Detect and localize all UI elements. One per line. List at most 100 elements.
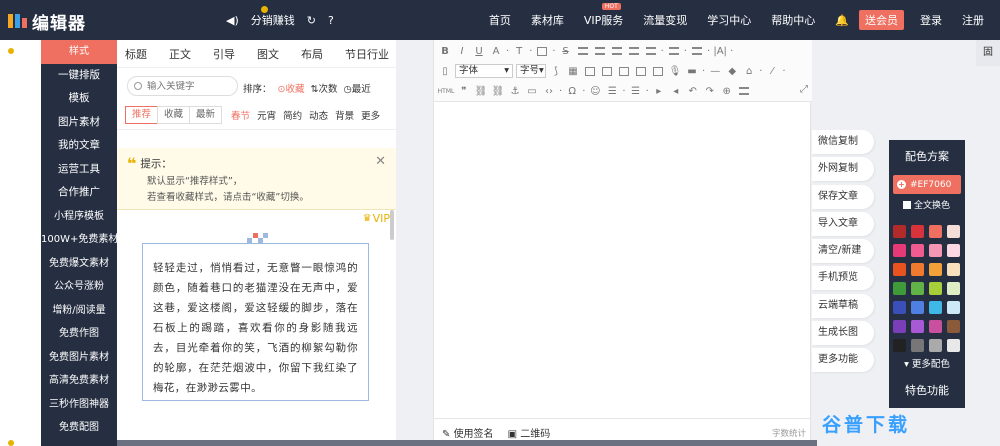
sort-favorites[interactable]: ⊙收藏: [278, 81, 305, 95]
line-height-icon[interactable]: [667, 44, 681, 58]
color-swatch[interactable]: [911, 263, 924, 276]
color-swatch[interactable]: [929, 282, 942, 295]
mobile-preview-button[interactable]: 手机预览: [812, 266, 874, 291]
color-swatch[interactable]: [911, 225, 924, 238]
color-swatch[interactable]: [893, 320, 906, 333]
color-swatch[interactable]: [893, 282, 906, 295]
bullet-list-icon[interactable]: ☰: [605, 84, 619, 98]
bell-icon[interactable]: 🔔: [825, 14, 859, 27]
justify-icon[interactable]: [627, 44, 641, 58]
long-image-button[interactable]: 生成长图: [812, 321, 874, 346]
expand-icon[interactable]: ⤢: [800, 84, 808, 95]
letter-spacing-icon[interactable]: |A|: [713, 44, 727, 58]
editor-content[interactable]: [434, 102, 810, 414]
style-card[interactable]: 轻轻走过，悄悄看过，无意瞥一眼惊鸿的颜色，随着巷口的老猫湮没在无声中，爱这巷，爱…: [142, 233, 369, 401]
nav-help[interactable]: 帮助中心: [761, 12, 825, 28]
tab-holiday[interactable]: 节日行业: [345, 46, 389, 62]
html-icon[interactable]: HTML: [438, 84, 455, 98]
color-swatch[interactable]: [947, 339, 960, 352]
nav-learn[interactable]: 学习中心: [697, 12, 761, 28]
current-color[interactable]: + #EF7060: [893, 175, 961, 194]
color-swatch[interactable]: [929, 244, 942, 257]
color-swatch[interactable]: [911, 244, 924, 257]
tag-icon[interactable]: ◆: [725, 64, 739, 78]
scrollbar[interactable]: [390, 210, 394, 240]
volume-icon[interactable]: ◀): [226, 14, 239, 27]
background-color-icon[interactable]: T: [512, 44, 526, 58]
tab-layout[interactable]: 布局: [301, 46, 323, 62]
sidebar-item-mini-program[interactable]: 小程序模板: [41, 205, 117, 229]
sidebar-item-auto-layout[interactable]: 一键排版: [41, 64, 117, 88]
pin-button[interactable]: 固: [976, 40, 1000, 66]
logo[interactable]: 编辑器: [8, 9, 86, 34]
tag-dynamic[interactable]: 动态: [309, 108, 328, 122]
code-icon[interactable]: ‹›: [542, 84, 556, 98]
underline-icon[interactable]: U: [472, 44, 486, 58]
refresh-icon[interactable]: ↻: [307, 14, 316, 27]
gallery-icon[interactable]: [651, 64, 665, 78]
font-size-select[interactable]: 字号 ▾: [516, 64, 546, 78]
tab-title[interactable]: 标题: [125, 46, 147, 62]
italic-icon[interactable]: I: [455, 44, 469, 58]
anchor-icon[interactable]: ⚓: [508, 84, 522, 98]
rtl-icon[interactable]: ◂: [669, 84, 683, 98]
redo-icon[interactable]: ↷: [703, 84, 717, 98]
send-vip-button[interactable]: 送会员: [859, 10, 904, 30]
color-swatch[interactable]: [929, 320, 942, 333]
nav-home[interactable]: 首页: [479, 12, 521, 28]
signature-button[interactable]: ✎ 使用签名: [442, 425, 494, 440]
color-swatch[interactable]: [893, 301, 906, 314]
special-char-icon[interactable]: Ω: [565, 84, 579, 98]
wechat-copy-button[interactable]: 微信复制: [812, 130, 874, 154]
tab-image-text[interactable]: 图文: [257, 46, 279, 62]
microphone-icon[interactable]: 🎙: [668, 64, 682, 78]
table-icon[interactable]: ▦: [566, 64, 580, 78]
tag-background[interactable]: 背景: [335, 108, 354, 122]
color-swatch[interactable]: [893, 225, 906, 238]
save-article-button[interactable]: 保存文章: [812, 184, 874, 209]
import-article-button[interactable]: 导入文章: [812, 211, 874, 236]
link-icon[interactable]: ⛓: [474, 84, 488, 98]
search-input[interactable]: [147, 80, 229, 92]
color-swatch[interactable]: [893, 244, 906, 257]
sidebar-item-style[interactable]: 样式: [41, 40, 117, 64]
spacing-icon[interactable]: [690, 44, 704, 58]
color-swatch[interactable]: [947, 320, 960, 333]
color-swatch[interactable]: [893, 339, 906, 352]
paragraph-icon[interactable]: ▯: [438, 64, 452, 78]
login-link[interactable]: 登录: [910, 12, 952, 28]
sidebar-item-grow-followers[interactable]: 公众号涨粉: [41, 275, 117, 299]
format-brush-icon[interactable]: ⌂: [742, 64, 756, 78]
undo-icon[interactable]: ↶: [686, 84, 700, 98]
more-functions-button[interactable]: 更多功能: [812, 348, 874, 373]
color-swatch[interactable]: [929, 301, 942, 314]
sidebar-item-hot-articles[interactable]: 免费爆文素材: [41, 252, 117, 276]
indent-icon[interactable]: [644, 44, 658, 58]
align-left-icon[interactable]: [576, 44, 590, 58]
number-list-icon[interactable]: ☰: [629, 84, 643, 98]
external-copy-button[interactable]: 外网复制: [812, 157, 874, 182]
filter-favorites[interactable]: 收藏: [157, 105, 191, 124]
sidebar-item-free-images[interactable]: 免费图片素材: [41, 346, 117, 370]
sidebar-item-free-illustration[interactable]: 免费配图: [41, 416, 117, 440]
image-icon[interactable]: [583, 64, 597, 78]
feature-functions[interactable]: 特色功能: [889, 382, 965, 398]
template-icon[interactable]: [737, 84, 751, 98]
color-swatch[interactable]: [911, 282, 924, 295]
sidebar-item-free-design[interactable]: 免费作图: [41, 322, 117, 346]
font-color-icon[interactable]: A: [489, 44, 503, 58]
tab-body[interactable]: 正文: [169, 46, 191, 62]
color-swatch[interactable]: [893, 263, 906, 276]
tag-spring-festival[interactable]: 春节: [231, 108, 250, 122]
color-swatch[interactable]: [911, 320, 924, 333]
color-swatch[interactable]: [929, 225, 942, 238]
color-swatch[interactable]: [947, 263, 960, 276]
align-right-icon[interactable]: [610, 44, 624, 58]
nav-vip[interactable]: VIP服务 HOT: [574, 3, 633, 28]
qrcode-button[interactable]: ▣ 二维码: [508, 425, 551, 440]
multi-image-icon[interactable]: [600, 64, 614, 78]
word-icon[interactable]: [617, 64, 631, 78]
font-family-select[interactable]: 字体 ▾: [455, 64, 513, 78]
sidebar-item-quick-design[interactable]: 三秒作图神器: [41, 393, 117, 417]
help-icon[interactable]: ?: [328, 14, 334, 27]
